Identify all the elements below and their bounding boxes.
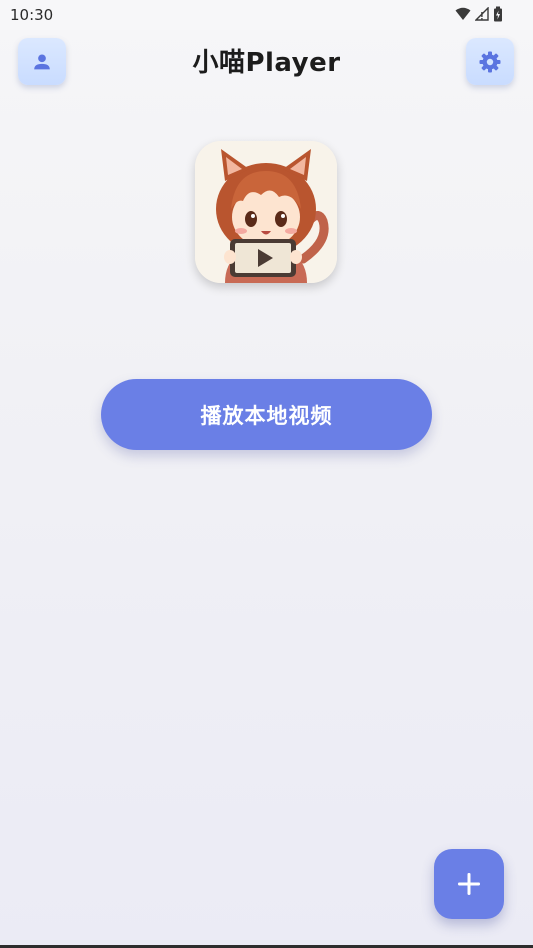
add-fab-button[interactable] — [434, 849, 504, 919]
wifi-icon — [455, 7, 471, 20]
cat-girl-video-avatar — [195, 141, 337, 283]
app-screen: 10:30 小喵Player 播放本地视频 — [0, 0, 533, 948]
plus-icon — [458, 873, 480, 895]
signal-icon — [475, 7, 489, 21]
gear-icon — [479, 51, 501, 72]
status-icons — [455, 6, 503, 22]
play-local-video-label: 播放本地视频 — [200, 403, 333, 428]
status-time: 10:30 — [10, 6, 54, 24]
app-avatar — [195, 141, 337, 283]
settings-button[interactable] — [466, 38, 514, 85]
play-local-video-button[interactable]: 播放本地视频 — [101, 379, 432, 450]
app-title: 小喵Player — [192, 48, 341, 78]
status-bar: 10:30 — [0, 0, 533, 30]
battery-icon — [494, 6, 502, 22]
